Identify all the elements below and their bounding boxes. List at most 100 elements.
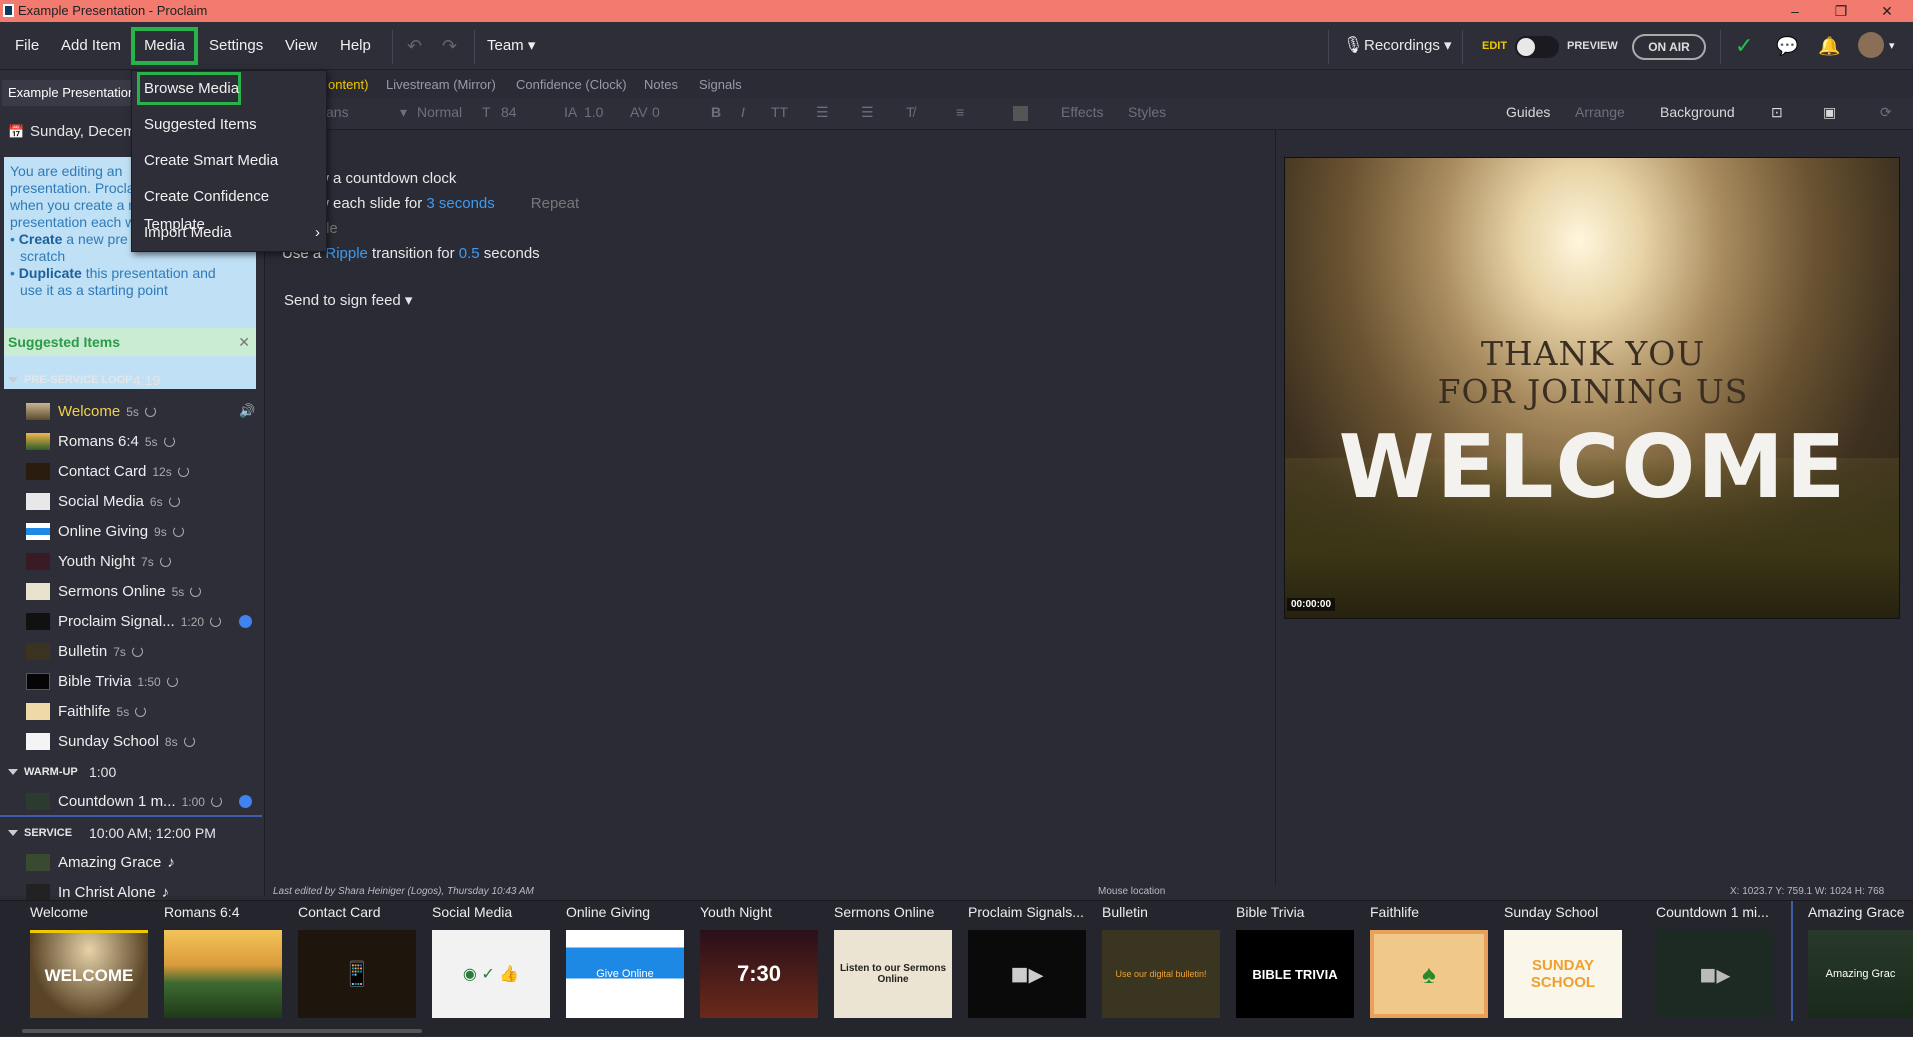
slide-thumb[interactable]: Online Giving Give Online [566,901,700,1037]
list-item[interactable]: Proclaim Signal... 1:20 [0,607,262,637]
slide-thumb[interactable]: Social Media ◉ ✓ 👍 [432,901,566,1037]
edit-preview-toggle[interactable] [1515,36,1559,58]
font-size-input[interactable]: 84 [501,104,517,120]
line-height-input[interactable]: 1.0 [584,104,603,120]
menu-item-suggested-items[interactable]: Suggested Items [144,111,257,139]
send-to-sign-feed-button[interactable]: Send to sign feed ▾ [284,291,412,309]
tab-content[interactable]: ontent) [328,77,368,92]
slide-thumb[interactable]: Bulletin Use our digital bulletin! [1102,901,1236,1037]
menu-help[interactable]: Help [340,22,371,70]
slide-thumb[interactable]: Bible Trivia BIBLE TRIVIA [1236,901,1370,1037]
check-circle-icon[interactable]: ✓ [1735,22,1753,70]
list-item[interactable]: Amazing Grace ♪ [0,848,262,878]
collapse-triangle-icon[interactable] [8,377,18,383]
slide-thumb[interactable]: Welcome WELCOME [30,901,164,1037]
recordings-dropdown[interactable]: Recordings ▾ [1364,22,1452,70]
slide-thumb[interactable]: Romans 6:4 [164,901,298,1037]
chat-icon[interactable]: 💬 [1776,22,1798,70]
text-case-icon[interactable]: TT [771,104,788,120]
bell-icon[interactable]: 🔔 [1818,22,1840,70]
bold-icon[interactable]: B [711,104,721,120]
slide-thumb[interactable]: Faithlife ♠ [1370,901,1504,1037]
effects-dropdown[interactable]: Effects [1061,104,1104,120]
bullet-list-icon[interactable]: ☰ [816,104,829,121]
color-swatch[interactable] [1013,106,1028,121]
list-item[interactable]: Social Media 6s [0,487,262,517]
list-item[interactable]: Bible Trivia 1:50 [0,667,262,697]
close-icon[interactable]: ✕ [1864,0,1910,22]
transition-duration-link[interactable]: 0.5 [459,245,480,262]
italic-icon[interactable]: I [741,104,745,120]
undo-icon[interactable]: ↶ [407,22,422,70]
menu-file[interactable]: File [15,22,39,70]
tab-confidence[interactable]: Confidence (Clock) [516,77,627,92]
menu-settings[interactable]: Settings [209,22,263,70]
list-item[interactable]: Sunday School 8s [0,727,262,757]
tab-notes[interactable]: Notes [644,77,678,92]
arrange-dropdown[interactable]: Arrange [1575,104,1625,120]
menu-view[interactable]: View [285,22,317,70]
numbered-list-icon[interactable]: ☰ [861,104,874,121]
list-item[interactable]: Countdown 1 m... 1:00 [0,787,262,817]
close-icon[interactable]: ✕ [238,328,250,356]
slide-preview[interactable]: THANK YOU FOR JOINING US WELCOME 00:00:0… [1284,157,1900,619]
refresh-icon[interactable]: ⟳ [1880,104,1892,121]
repeat-option[interactable]: Repeat [531,195,579,212]
tab-signals[interactable]: Signals [699,77,742,92]
redo-icon[interactable]: ↷ [442,22,457,70]
tab-livestream[interactable]: Livestream (Mirror) [386,77,496,92]
slide-thumb[interactable]: Contact Card 📱 [298,901,432,1037]
play-icon[interactable] [239,615,252,628]
seconds-link[interactable]: 3 seconds [426,195,494,212]
menu-add-item[interactable]: Add Item [61,22,121,70]
clear-format-icon[interactable]: T̸ [906,104,915,120]
list-item[interactable]: Online Giving 9s [0,517,262,547]
align-icon[interactable]: ≡ [956,104,964,120]
avatar[interactable] [1858,32,1884,58]
on-air-button[interactable]: ON AIR [1632,34,1706,60]
background-dropdown[interactable]: Background [1660,104,1735,120]
layout-icon[interactable]: ⊡ [1771,104,1783,121]
team-dropdown[interactable]: Team ▾ [487,22,535,70]
slide-thumb[interactable]: Sunday School SUNDAY SCHOOL [1504,901,1638,1037]
list-item[interactable]: Youth Night 7s [0,547,262,577]
section-service[interactable]: SERVICE 10:00 AM; 12:00 PM [0,820,262,846]
section-pre-service-loop[interactable]: PRE-SERVICE LOOP 4:19 [0,367,262,393]
slide-thumb[interactable]: Proclaim Signals... ■▸ [968,901,1102,1037]
slide-thumb[interactable]: Youth Night 7:30 [700,901,834,1037]
menu-media[interactable]: Media [131,27,198,65]
menu-item-create-confidence-template[interactable]: Create Confidence Template [144,183,326,233]
transition-link[interactable]: Ripple [325,245,368,262]
list-item[interactable]: Bulletin 7s [0,637,262,667]
styles-dropdown[interactable]: Styles [1128,104,1166,120]
strip-scrollbar[interactable] [22,1029,422,1033]
slide-thumb[interactable]: Countdown 1 mi... ■▸ [1656,901,1790,1037]
letter-spacing-input[interactable]: 0 [652,104,660,120]
font-weight-select[interactable]: Normal [417,104,462,120]
suggested-items-bar[interactable]: Suggested Items ✕ [4,328,256,356]
play-icon[interactable] [239,795,252,808]
create-link[interactable]: Create [19,231,63,247]
list-item[interactable]: Faithlife 5s [0,697,262,727]
slide-thumb[interactable]: Sermons Online Listen to our Sermons Onl… [834,901,968,1037]
panel-divider[interactable] [1275,130,1276,885]
list-item[interactable]: Romans 6:4 5s [0,427,262,457]
chevron-down-icon[interactable]: ▾ [1889,22,1895,70]
menu-item-import-media[interactable]: Import Media › [144,219,320,247]
minimize-icon[interactable]: – [1772,0,1818,22]
list-item[interactable]: Welcome 5s 🔊 [0,397,262,427]
font-family-select[interactable]: ans [326,104,349,120]
list-item[interactable]: Contact Card 12s [0,457,262,487]
image-icon[interactable]: ▣ [1823,104,1836,121]
menu-item-browse-media[interactable]: Browse Media [144,75,239,103]
restore-icon[interactable]: ❐ [1818,0,1864,22]
chevron-down-icon[interactable]: ▾ [400,104,407,121]
duplicate-link[interactable]: Duplicate [19,265,82,281]
collapse-triangle-icon[interactable] [8,769,18,775]
menu-item-create-smart-media[interactable]: Create Smart Media [144,147,278,175]
countdown-option[interactable]: w a countdown clock [318,170,456,187]
list-item[interactable]: Sermons Online 5s [0,577,262,607]
section-warm-up[interactable]: WARM-UP 1:00 [0,759,262,785]
presentation-tab[interactable]: Example Presentation [2,80,142,106]
slide-thumb[interactable]: Amazing Grace Amazing Grac [1808,901,1913,1037]
